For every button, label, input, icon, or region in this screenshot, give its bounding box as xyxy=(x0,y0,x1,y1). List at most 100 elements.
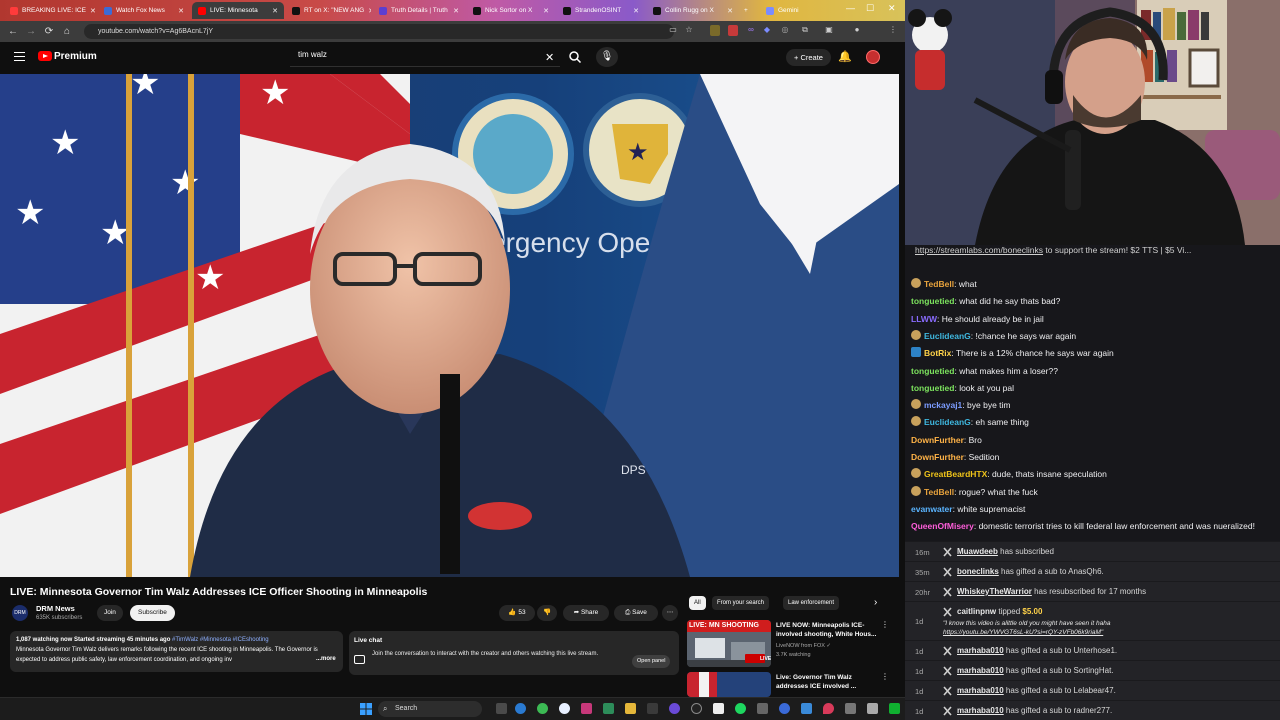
youtube-logo-icon[interactable] xyxy=(38,51,52,61)
chat-username[interactable]: EuclideanG xyxy=(924,417,971,427)
event-username[interactable]: Muawdeeb xyxy=(957,547,998,556)
chat-username[interactable]: TedBell xyxy=(924,487,954,497)
maximize-button[interactable]: ☐ xyxy=(866,3,874,14)
task-view-icon[interactable] xyxy=(496,703,507,714)
tab-close-icon[interactable]: ✕ xyxy=(543,7,549,15)
reload-button[interactable]: ⟳ xyxy=(40,26,58,37)
chip-all[interactable]: All xyxy=(689,596,706,610)
url-bar[interactable]: youtube.com/watch?v=Ag6BAcnL7jY xyxy=(84,24,674,39)
chat-username[interactable]: LLWW xyxy=(911,314,937,324)
chip-from-your-search[interactable]: From your search xyxy=(712,596,770,610)
join-button[interactable]: Join xyxy=(97,605,123,621)
chip-law-enforcement[interactable]: Law enforcement xyxy=(783,596,840,610)
hashtags[interactable]: #TimWalz #Minnesota #ICEshooting xyxy=(172,637,269,643)
description-box[interactable]: 1,087 watching now Started streaming 45 … xyxy=(10,631,343,672)
app-icon[interactable] xyxy=(889,703,900,714)
share-button[interactable]: ➦ Share xyxy=(563,605,609,621)
chat-username[interactable]: tonguetied xyxy=(911,296,954,306)
recommendation-thumbnail[interactable] xyxy=(687,672,771,697)
map-pin-icon[interactable] xyxy=(823,703,834,714)
like-button[interactable]: 👍 53 xyxy=(499,605,535,621)
show-more-link[interactable]: ...more xyxy=(316,656,336,662)
browser-tab[interactable]: Truth Details | Truth ✕ xyxy=(373,2,465,19)
chat-username[interactable]: EuclideanG xyxy=(924,331,971,341)
more-actions-button[interactable]: ⋯ xyxy=(662,605,678,621)
browser-tab-active[interactable]: LIVE: Minnesota ✕ xyxy=(192,2,284,19)
browser-tab[interactable]: StrandenOSINT ✕ xyxy=(557,2,645,19)
event-username[interactable]: marhaba010 xyxy=(957,686,1004,695)
app-icon[interactable] xyxy=(581,703,592,714)
extension-icon[interactable] xyxy=(710,25,720,36)
save-button[interactable]: ⎙ Save xyxy=(614,605,658,621)
obs-icon[interactable] xyxy=(691,703,702,714)
file-explorer-icon[interactable] xyxy=(625,703,636,714)
app-icon[interactable] xyxy=(669,703,680,714)
excel-icon[interactable] xyxy=(603,703,614,714)
browser-tab[interactable]: Watch Fox News ✕ xyxy=(98,2,190,19)
subscribe-button[interactable]: Subscribe xyxy=(130,605,175,621)
chat-username[interactable]: BotRix xyxy=(924,348,951,358)
chat-username[interactable]: GreatBeardHTX xyxy=(924,469,987,479)
browser-tab[interactable]: Nick Sortor on X ✕ xyxy=(467,2,555,19)
profile-icon[interactable]: ● xyxy=(852,25,862,36)
tab-close-icon[interactable]: ✕ xyxy=(272,7,278,15)
search-input[interactable] xyxy=(298,50,528,59)
extension-icon[interactable]: ◎ xyxy=(780,25,790,36)
bookmark-star-icon[interactable]: ☆ xyxy=(684,25,694,36)
sidebar-icon[interactable]: ▣ xyxy=(824,25,834,36)
app-icon[interactable] xyxy=(713,703,724,714)
app-icon[interactable] xyxy=(867,703,878,714)
taskbar-search[interactable]: ⌕ Search xyxy=(378,701,482,717)
event-username[interactable]: marhaba010 xyxy=(957,646,1004,655)
tab-close-icon[interactable]: ✕ xyxy=(727,7,733,15)
app-icon[interactable] xyxy=(757,703,768,714)
tip-message-link[interactable]: https://youtu.be/YWVGT6sL-kU?si=rQY-zVFb… xyxy=(943,629,1273,637)
open-panel-button[interactable]: Open panel xyxy=(632,655,671,668)
chat-username[interactable]: tonguetied xyxy=(911,366,954,376)
youtube-brand[interactable]: Premium xyxy=(54,51,97,62)
browser-tab[interactable]: BREAKING LIVE: ICE ✕ xyxy=(4,2,96,19)
chat-username[interactable]: QueenOfMisery xyxy=(911,521,974,531)
event-username[interactable]: boneclinks xyxy=(957,567,999,576)
chat-username[interactable]: evanwater xyxy=(911,504,953,514)
extension-icon[interactable] xyxy=(728,25,738,36)
recommendation-menu-icon[interactable]: ⋮ xyxy=(881,620,889,629)
chat-username[interactable]: TedBell xyxy=(924,279,954,289)
chat-username[interactable]: DownFurther xyxy=(911,452,964,462)
chat-username[interactable]: mckayaj1 xyxy=(924,400,962,410)
extension-icon[interactable]: ∞ xyxy=(746,25,756,36)
dislike-button[interactable]: 👎 xyxy=(537,605,557,621)
windows-start-icon[interactable] xyxy=(360,703,372,715)
browser-tab[interactable]: RT on X: "NEW ANG✕ xyxy=(286,2,371,19)
event-username[interactable]: caitlinpnw xyxy=(957,607,996,616)
clear-search-icon[interactable]: ✕ xyxy=(545,51,554,64)
recommendation-title[interactable]: LIVE NOW: Minneapolis ICE-involved shoot… xyxy=(776,621,878,639)
streamlabs-link[interactable]: https://streamlabs.com/boneclinks xyxy=(915,245,1043,255)
video-player[interactable]: ★ ★ ★ ★ ★ ★ ★ ★ ergency Ope DPS xyxy=(0,74,899,577)
extension-icon[interactable]: ◆ xyxy=(762,25,772,36)
chrome-profile-icon[interactable] xyxy=(559,703,570,714)
notifications-bell-icon[interactable]: 🔔 xyxy=(838,50,852,63)
minimize-button[interactable]: — xyxy=(846,3,855,13)
create-button[interactable]: + Create xyxy=(786,49,831,66)
recommendation-title[interactable]: Live: Governor Tim Walz addresses ICE in… xyxy=(776,673,878,691)
close-window-button[interactable]: ✕ xyxy=(888,3,896,14)
tab-close-icon[interactable]: ✕ xyxy=(90,7,96,15)
event-username[interactable]: marhaba010 xyxy=(957,706,1004,715)
back-button[interactable]: ← xyxy=(4,26,22,37)
tab-close-icon[interactable]: ✕ xyxy=(633,7,639,15)
new-tab-button[interactable]: + xyxy=(742,2,756,19)
app-icon[interactable] xyxy=(801,703,812,714)
account-avatar[interactable] xyxy=(866,50,880,64)
browser-tab[interactable]: Collin Rugg on X ✕ xyxy=(647,2,739,19)
chat-username[interactable]: DownFurther xyxy=(911,435,964,445)
home-icon[interactable]: ⌂ xyxy=(58,26,76,37)
extensions-puzzle-icon[interactable]: ⧉ xyxy=(800,25,810,36)
channel-name[interactable]: DRM News xyxy=(36,604,75,613)
forward-button[interactable]: → xyxy=(22,26,40,37)
search-icon[interactable] xyxy=(568,50,582,64)
channel-avatar[interactable]: DRM xyxy=(12,605,28,621)
edge-icon[interactable] xyxy=(515,703,526,714)
recommendation-channel[interactable]: LiveNOW from FOX ✓ xyxy=(776,643,831,649)
browser-menu-icon[interactable]: ⋮ xyxy=(888,25,898,36)
